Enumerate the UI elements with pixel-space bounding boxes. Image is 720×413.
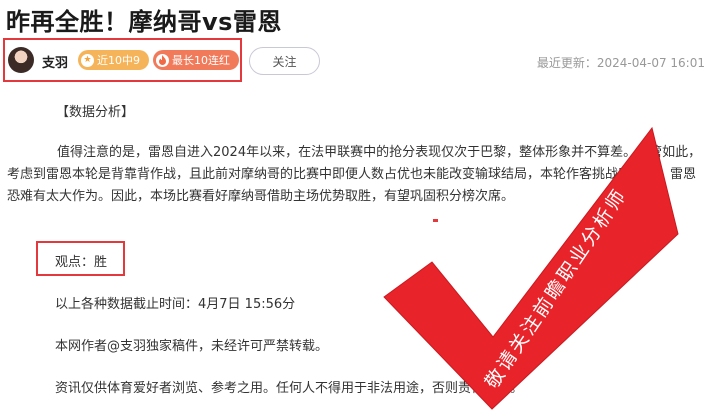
red-mark bbox=[433, 219, 438, 222]
hit-rate-badge: ★ 近10中9 bbox=[78, 50, 149, 70]
section-heading: 【数据分析】 bbox=[56, 105, 135, 120]
avatar[interactable] bbox=[8, 47, 34, 73]
follow-button[interactable]: 关注 bbox=[249, 47, 320, 75]
copyright-note: 本网作者@支羽独家稿件，未经许可严禁转载。 bbox=[55, 339, 329, 354]
author-name[interactable]: 支羽 bbox=[42, 52, 68, 71]
streak-badge: 最长10连红 bbox=[153, 50, 239, 70]
opinion-verdict: 观点：胜 bbox=[55, 255, 108, 270]
hit-rate-label: 近10中9 bbox=[97, 54, 140, 67]
disclaimer-note: 资讯仅供体育爱好者浏览、参考之用。任何人不得用于非法用途，否则责任自负。 bbox=[55, 381, 524, 396]
update-timestamp: 最近更新：2024-04-07 16:01 bbox=[536, 56, 705, 70]
star-icon: ★ bbox=[81, 53, 94, 67]
flame-icon bbox=[156, 53, 169, 67]
article-title: 昨再全胜！摩纳哥vs雷恩 bbox=[6, 8, 282, 36]
watermark-text: 敬请关注前瞻职业分析师 bbox=[481, 184, 631, 392]
analysis-paragraph: 值得注意的是，雷恩自进入2024年以来，在法甲联赛中的抢分表现仅次于巴黎，整体形… bbox=[7, 145, 702, 204]
data-cutoff-note: 以上各种数据截止时间：4月7日 15:56分 bbox=[55, 297, 296, 312]
streak-label: 最长10连红 bbox=[172, 54, 230, 67]
